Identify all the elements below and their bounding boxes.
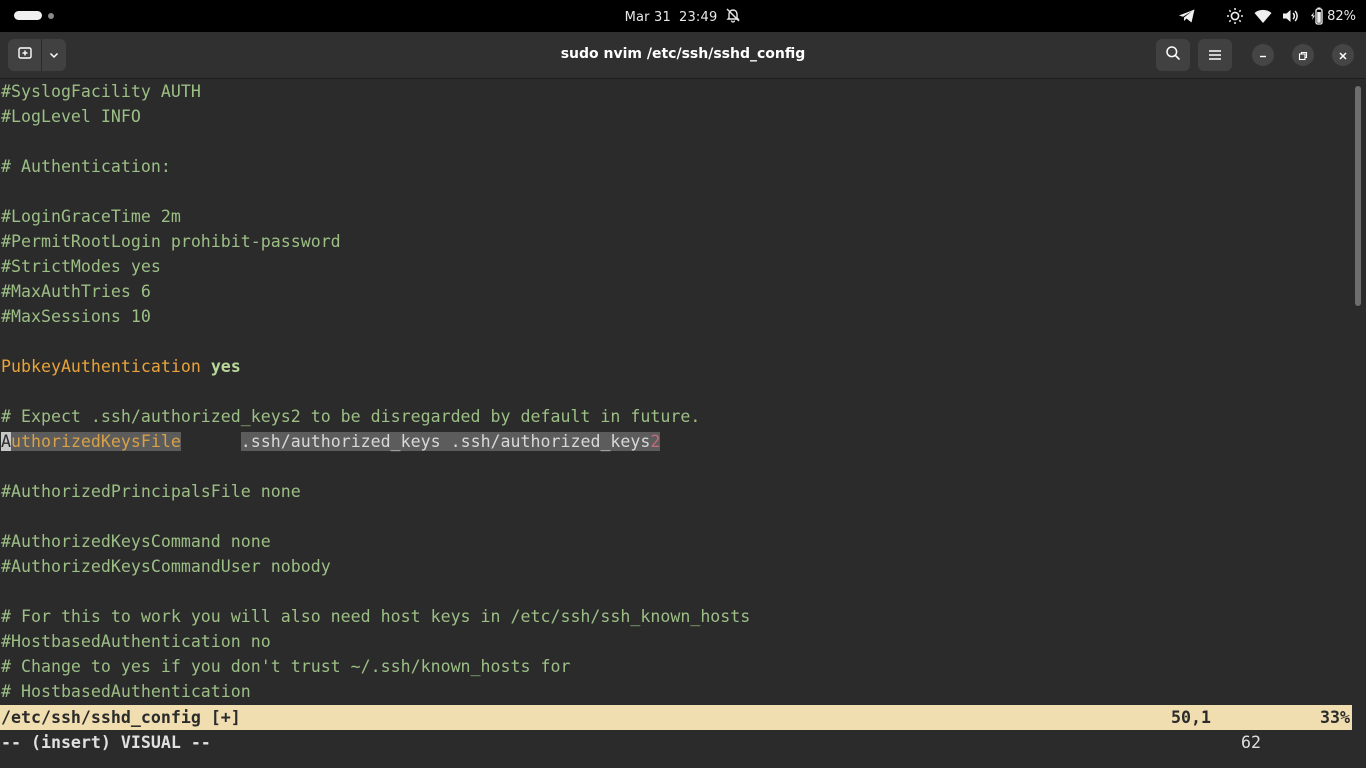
- config-keyword: PubkeyAuthentication: [1, 357, 201, 376]
- editor-line: #LoginGraceTime 2m: [1, 207, 181, 226]
- battery-icon[interactable]: [1308, 6, 1324, 26]
- editor-line: #LogLevel INFO: [1, 107, 141, 126]
- clock-button[interactable]: Mar 31 23:49: [625, 7, 742, 27]
- battery-percent: 82%: [1327, 8, 1356, 24]
- workspace-active-pill: [14, 11, 42, 20]
- restore-button[interactable]: [1292, 44, 1314, 66]
- telegram-icon[interactable]: [1178, 6, 1196, 26]
- editor-line: #AuthorizedKeysCommandUser nobody: [1, 557, 331, 576]
- selected-keyword: uthorizedKeysFile: [11, 432, 181, 451]
- hamburger-menu-icon: [1208, 46, 1222, 65]
- nvim-editor-buffer[interactable]: #SyslogFacility AUTH #LogLevel INFO # Au…: [0, 79, 1352, 705]
- notifications-muted-icon: [725, 7, 741, 27]
- status-cursor-position: 50,1: [1171, 708, 1211, 727]
- close-icon: [1338, 46, 1348, 65]
- editor-line: # Authentication:: [1, 157, 171, 176]
- vertical-scrollbar[interactable]: [1355, 86, 1361, 306]
- wifi-icon[interactable]: [1254, 6, 1272, 26]
- editor-line: #AuthorizedKeysCommand none: [1, 532, 271, 551]
- editor-line: # Change to yes if you don't trust ~/.ss…: [1, 657, 571, 676]
- minimize-button[interactable]: [1252, 44, 1274, 66]
- editor-line-pubkey: PubkeyAuthentication yes: [1, 354, 241, 379]
- terminal-headerbar: sudo nvim /etc/ssh/sshd_config: [0, 32, 1366, 79]
- clock-date: Mar 31: [624, 9, 671, 25]
- selected-last-char: 2: [650, 432, 661, 451]
- main-menu-button[interactable]: [1198, 39, 1232, 71]
- editor-line: # Expect .ssh/authorized_keys2 to be dis…: [1, 407, 701, 426]
- editor-line: #PermitRootLogin prohibit-password: [1, 232, 341, 251]
- volume-icon[interactable]: [1282, 6, 1300, 26]
- text-cursor: A: [1, 432, 11, 451]
- editor-line: #MaxSessions 10: [1, 307, 151, 326]
- whitespace-gap: [181, 432, 241, 451]
- workspace-dot: [48, 12, 54, 19]
- clock-time: 23:49: [678, 9, 718, 25]
- editor-line-selected: AuthorizedKeysFile .ssh/authorized_keys …: [1, 429, 661, 454]
- editor-line: #SyslogFacility AUTH: [1, 82, 201, 101]
- editor-line: # HostbasedAuthentication: [1, 682, 251, 701]
- nvim-cmdline[interactable]: -- (insert) VISUAL -- 62: [0, 730, 1352, 755]
- system-top-bar: Mar 31 23:49 82%: [0, 0, 1366, 32]
- selected-paths: .ssh/authorized_keys .ssh/authorized_key…: [240, 432, 651, 451]
- minimize-icon: [1258, 46, 1268, 65]
- brightness-icon[interactable]: [1226, 6, 1244, 26]
- editor-line: # For this to work you will also need ho…: [1, 607, 751, 626]
- restore-icon: [1298, 46, 1308, 65]
- editor-line: #MaxAuthTries 6: [1, 282, 151, 301]
- selection-count: 62: [1241, 733, 1261, 752]
- editor-line: #StrictModes yes: [1, 257, 161, 276]
- search-icon: [1165, 45, 1181, 65]
- mode-indicator: -- (insert) VISUAL --: [1, 733, 211, 752]
- editor-line: #AuthorizedPrincipalsFile none: [1, 482, 301, 501]
- close-button[interactable]: [1332, 44, 1354, 66]
- status-scroll-percent: 33%: [1320, 708, 1350, 727]
- config-value: yes: [210, 357, 241, 376]
- nvim-statusline: /etc/ssh/sshd_config [+] 50,1 33%: [0, 705, 1352, 730]
- activities-indicator[interactable]: [14, 11, 54, 20]
- search-button[interactable]: [1156, 39, 1190, 71]
- status-filename: /etc/ssh/sshd_config [+]: [1, 708, 241, 727]
- editor-line: #HostbasedAuthentication no: [1, 632, 271, 651]
